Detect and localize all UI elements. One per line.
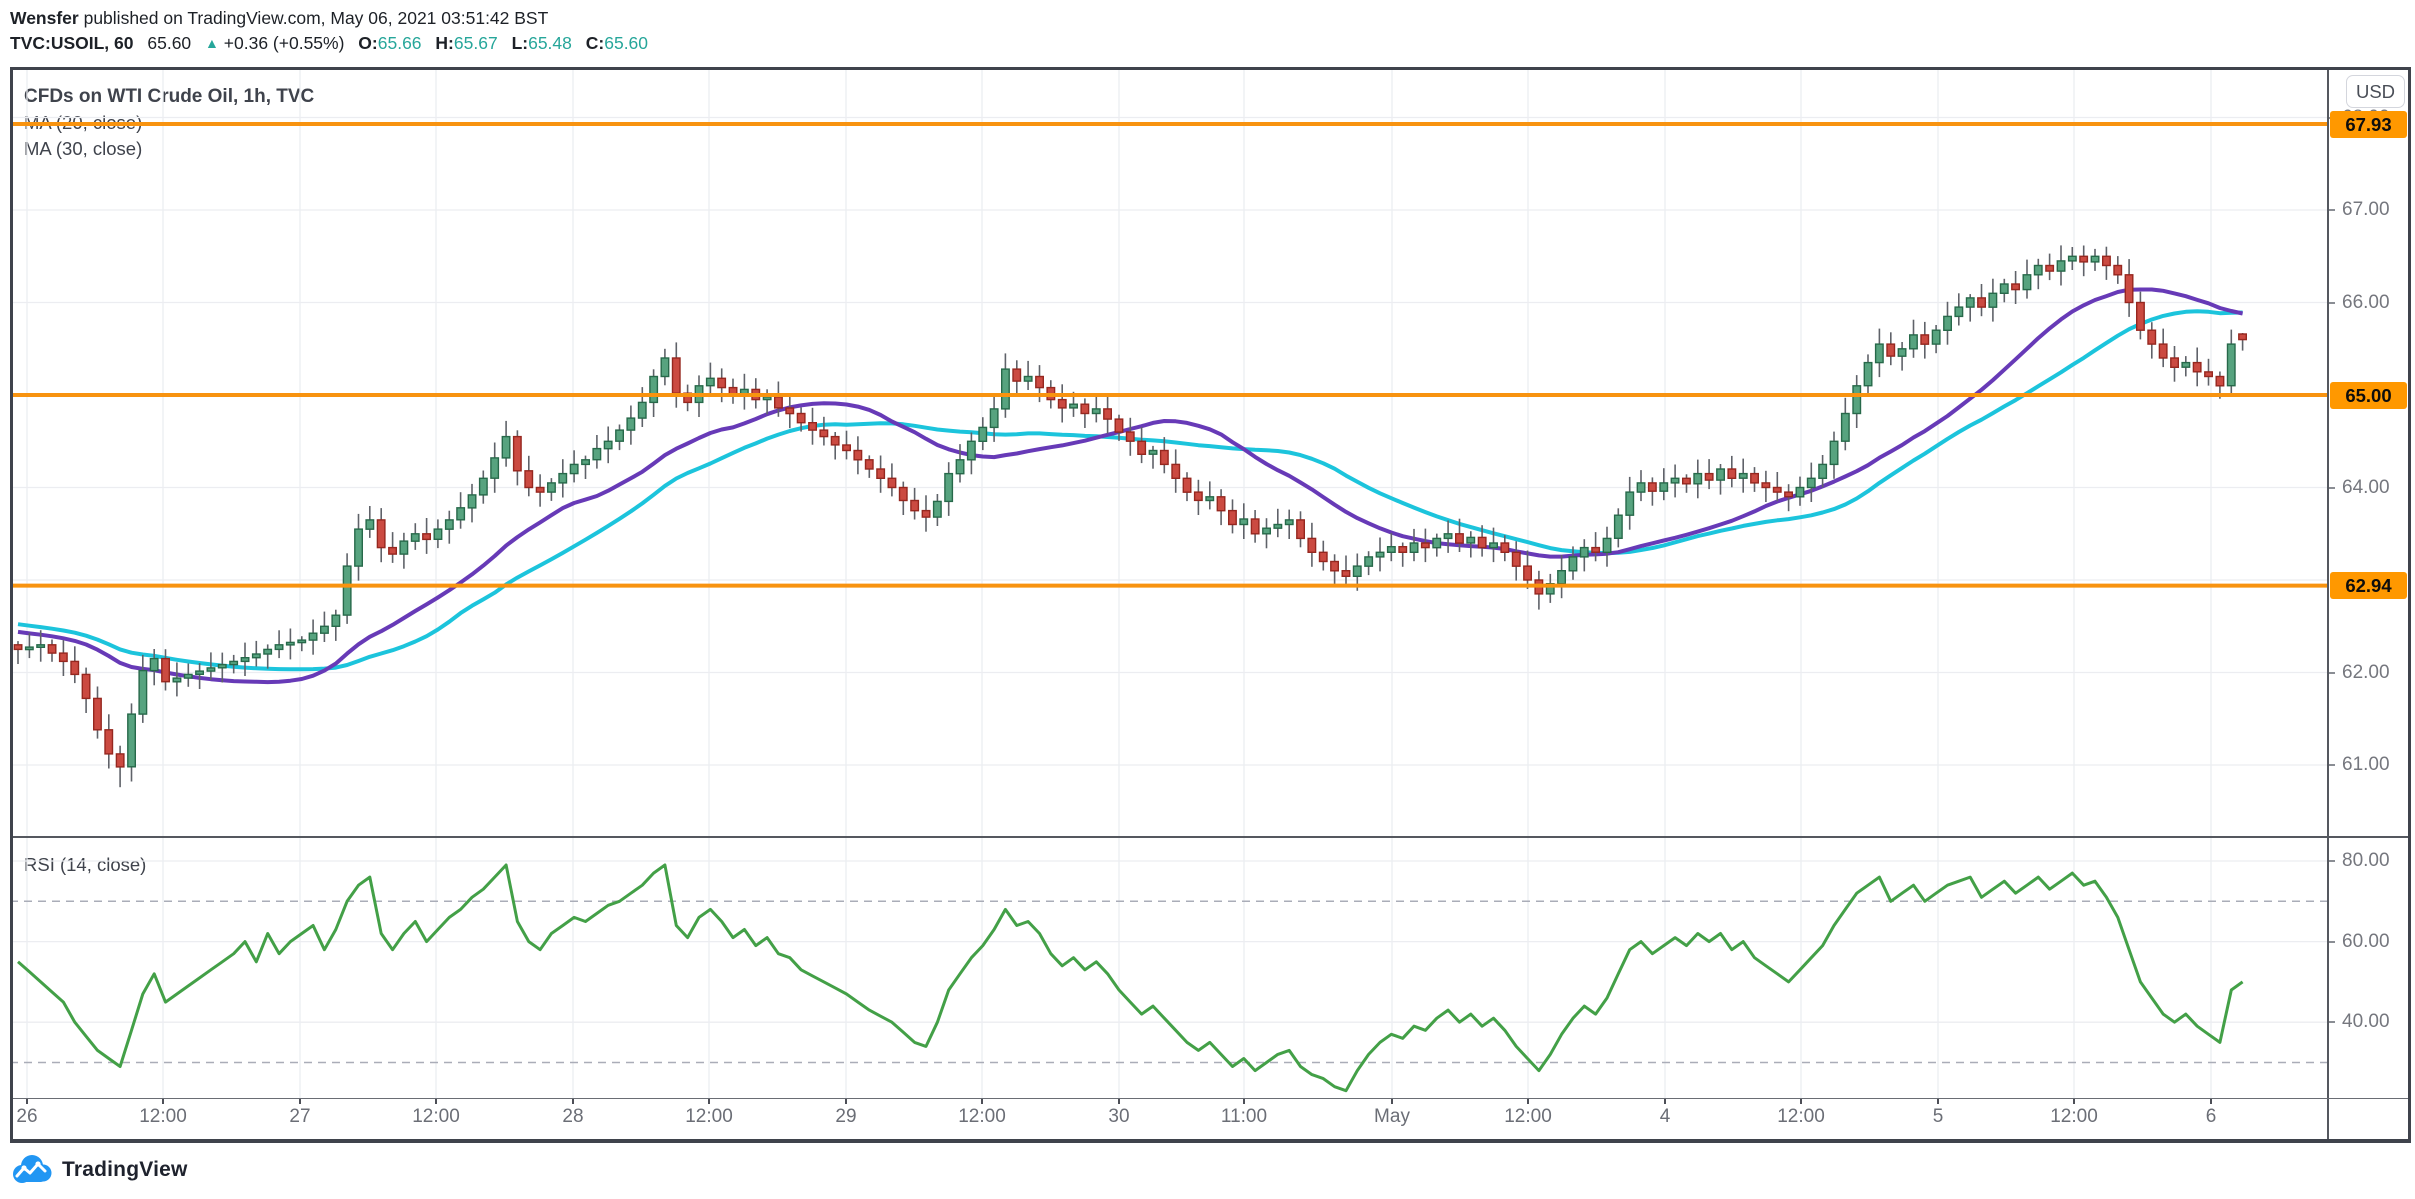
publisher-name: Wensfer [10,8,79,28]
price-level-badge: 62.94 [2330,572,2407,599]
publish-header: Wensfer published on TradingView.com, Ma… [10,8,548,29]
time-axis-label: 30 [1108,1106,1129,1128]
time-axis-label: 26 [16,1106,37,1128]
chart-border-right [2408,67,2411,1143]
price-axis-label: 61.00 [2342,754,2390,776]
time-axis-label: 12:00 [139,1106,187,1128]
time-axis-label: 5 [1933,1106,1944,1128]
price-axis-label: 64.00 [2342,477,2390,499]
time-axis-label: 29 [835,1106,856,1128]
chart-border-top [10,67,2410,70]
chart-border-bottom [10,1139,2410,1143]
time-axis-label: 12:00 [685,1106,733,1128]
low-label: L: [512,33,529,53]
symbol-name: TVC:USOIL, 60 [10,33,134,53]
price-axis-label: 60.00 [2342,931,2390,953]
open-value: 65.66 [378,33,422,53]
high-label: H: [435,33,453,53]
time-axis-label: 11:00 [1221,1106,1267,1128]
time-axis-label: 6 [2206,1106,2217,1128]
publish-info: published on TradingView.com, May 06, 20… [79,8,549,28]
pane-divider [10,836,2408,838]
currency-toggle-button[interactable]: USD [2346,75,2405,108]
price-level-badge: 65.00 [2330,382,2407,409]
price-axis[interactable]: 68.0067.0066.0064.0062.0061.0080.0060.00… [2327,68,2410,1098]
time-axis-label: 12:00 [1777,1106,1825,1128]
rsi-pane[interactable] [10,837,2327,1098]
tradingview-brand-text: TradingView [62,1158,188,1182]
high-value: 65.67 [454,33,498,53]
time-axis-label: 28 [562,1106,583,1128]
price-level-badge: 67.93 [2330,111,2407,138]
tradingview-attribution[interactable]: TradingView [10,1152,188,1188]
time-axis-label: 27 [289,1106,310,1128]
tradingview-logo-icon [10,1152,54,1188]
low-value: 65.48 [528,33,572,53]
chart-border-left [10,67,13,1143]
open-label: O: [358,33,377,53]
time-axis-label: 12:00 [958,1106,1006,1128]
last-price: 65.60 [147,33,191,53]
price-axis-label: 66.00 [2342,292,2390,314]
price-change: +0.36 (+0.55%) [224,33,345,53]
time-axis-label: 12:00 [412,1106,460,1128]
price-axis-label: 40.00 [2342,1011,2390,1033]
up-triangle-icon: ▲ [205,35,219,51]
price-axis-label: 67.00 [2342,199,2390,221]
time-axis[interactable]: 26 12:00 27 12:00 28 12:00 29 12:00 30 11:00 May 12… [10,1098,2327,1139]
price-axis-label: 62.00 [2342,662,2390,684]
symbol-bar: TVC:USOIL, 60 65.60 ▲ +0.36 (+0.55%) O:6… [10,33,648,54]
tradingview-published-chart: { "header": { "publisher": "Wensfer", "p… [0,0,2415,1199]
close-value: 65.60 [604,33,648,53]
time-axis-divider [10,1098,2408,1100]
close-label: C: [586,33,604,53]
price-axis-divider [2327,68,2329,1139]
time-axis-label: 12:00 [2050,1106,2098,1128]
price-pane[interactable] [10,68,2327,837]
time-axis-label: 12:00 [1504,1106,1552,1128]
time-axis-label: 4 [1660,1106,1671,1128]
price-axis-label: 80.00 [2342,850,2390,872]
time-axis-label: May [1374,1106,1410,1128]
